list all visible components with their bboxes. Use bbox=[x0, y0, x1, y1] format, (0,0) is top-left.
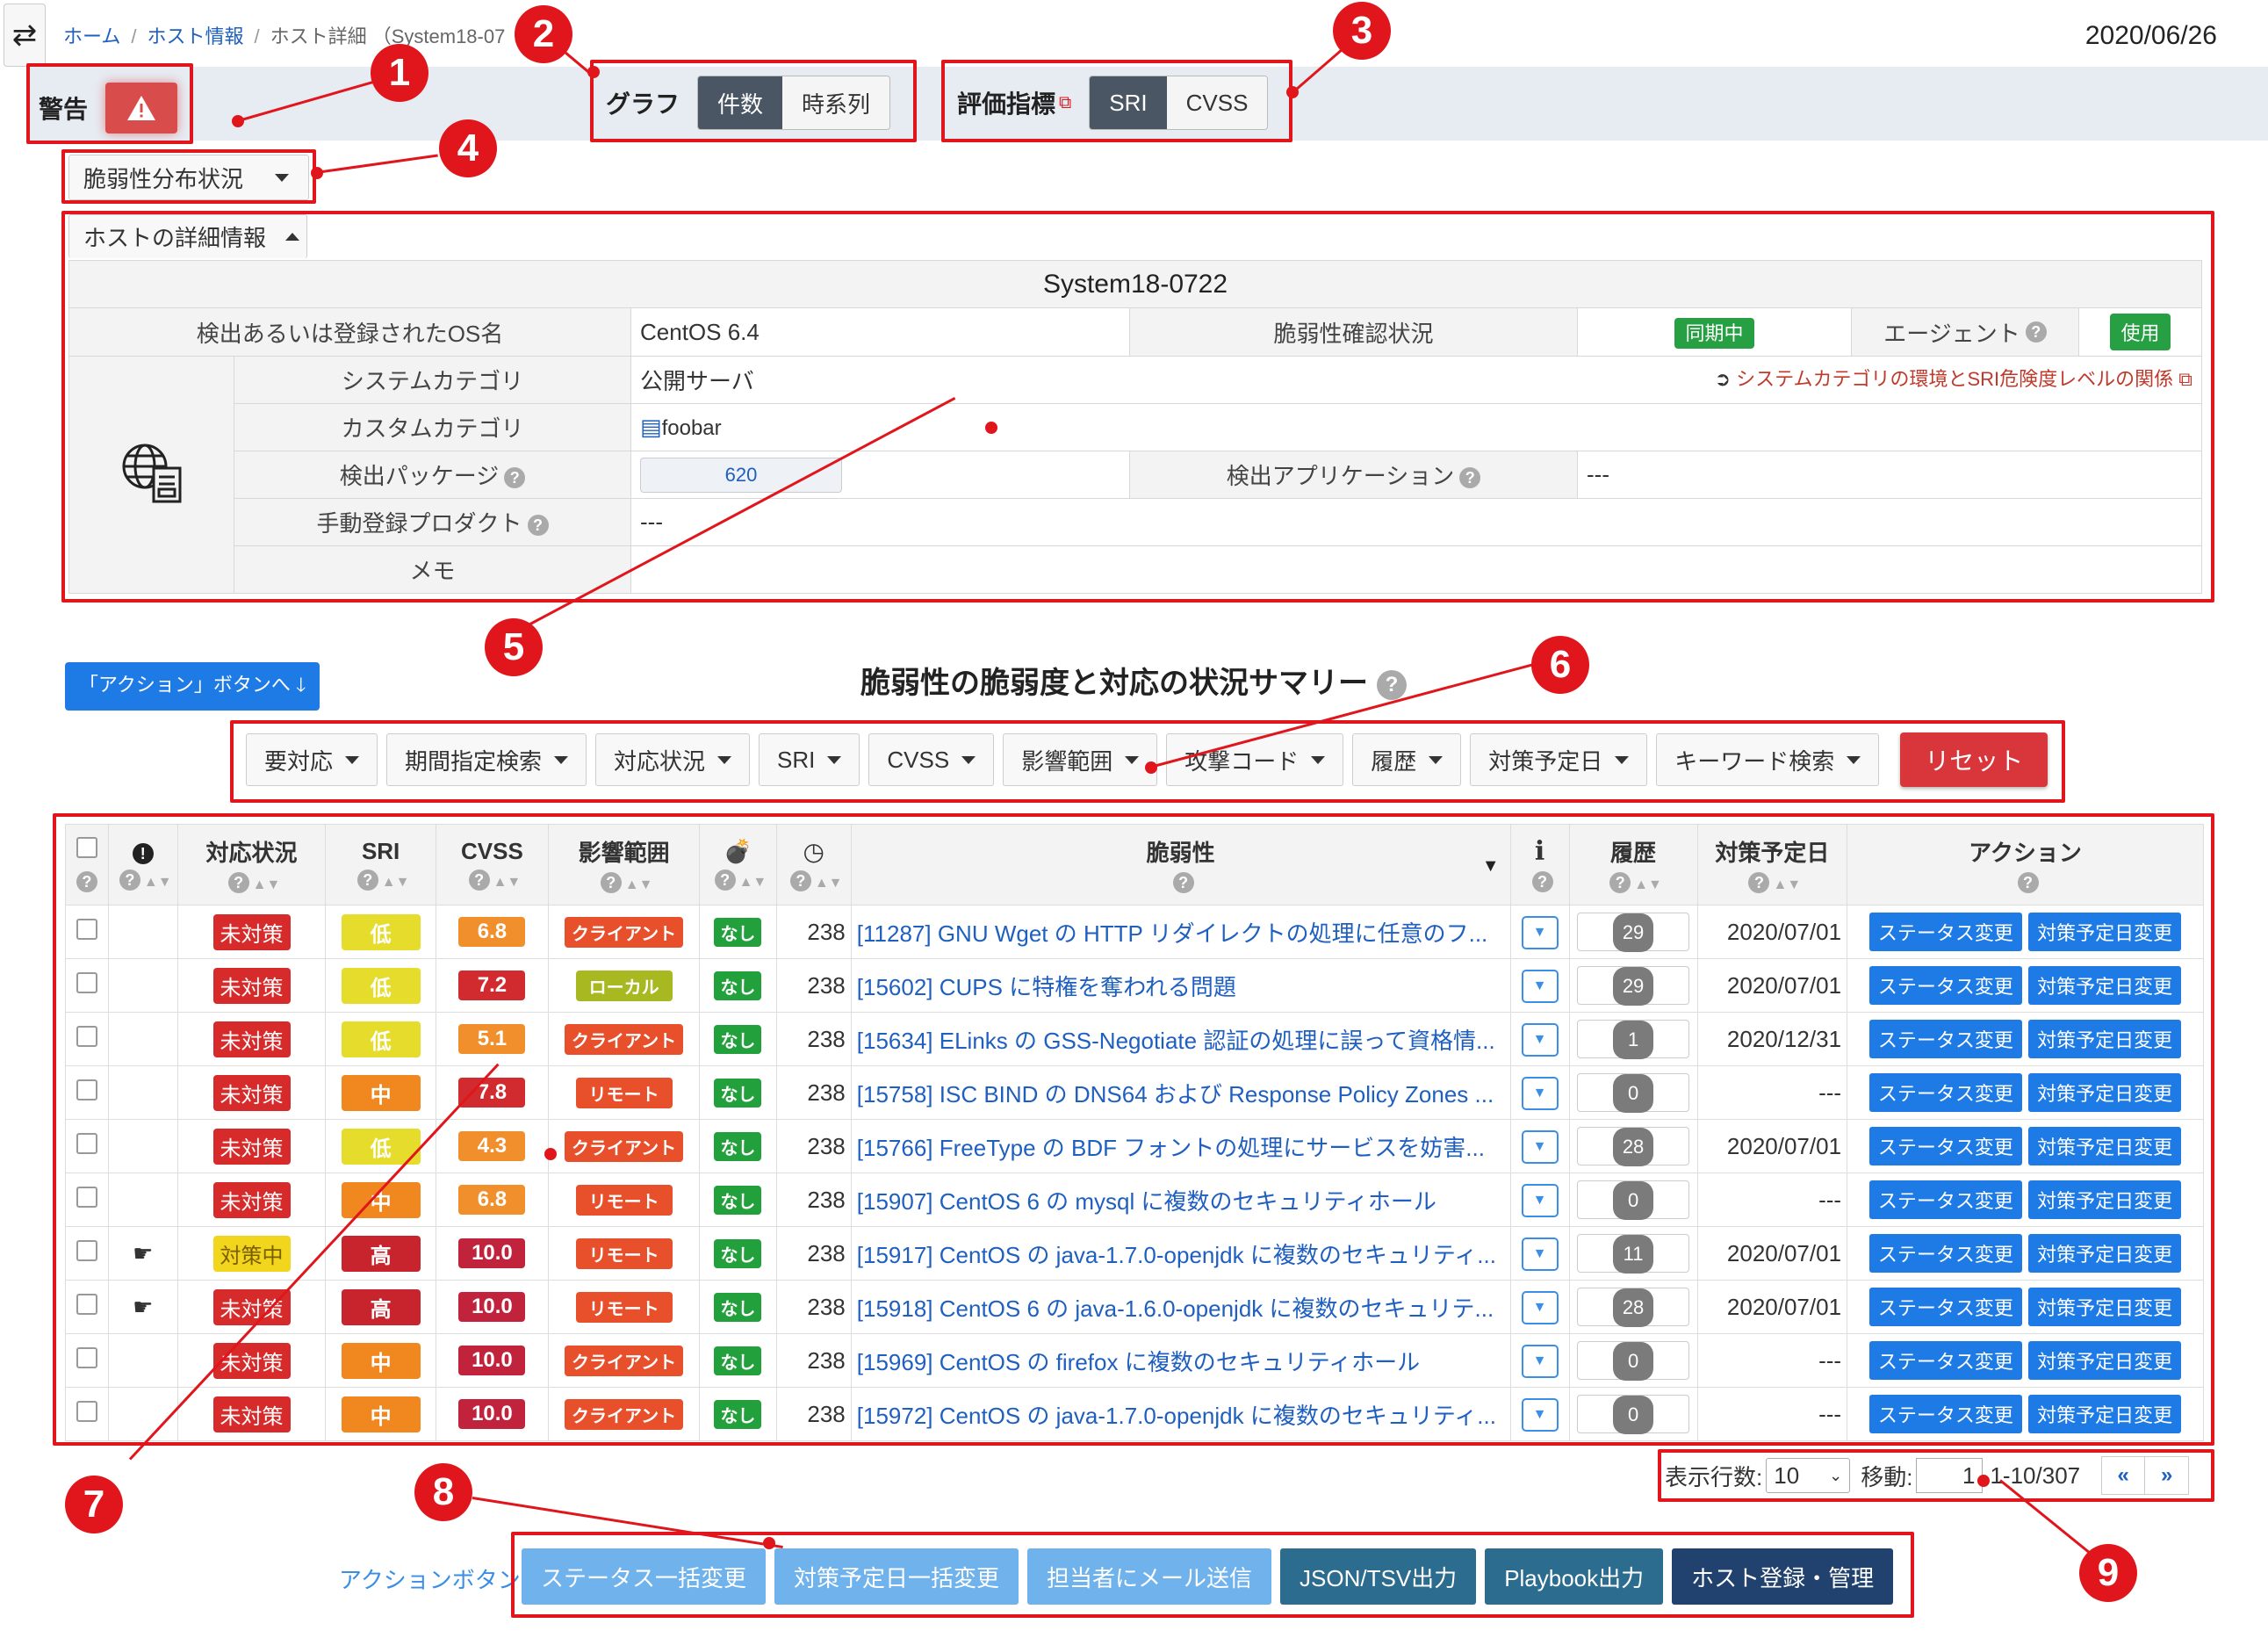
breadcrumb-current: ホスト詳細 （System18-07 bbox=[270, 25, 506, 47]
callout-dot-9 bbox=[1977, 1475, 1990, 1487]
callout-marker-3: 3 bbox=[1333, 2, 1391, 60]
breadcrumb: ホーム / ホスト情報 / ホスト詳細 （System18-07 bbox=[63, 25, 506, 47]
callout-marker-4: 4 bbox=[439, 119, 497, 177]
callout-dot-1 bbox=[232, 115, 244, 127]
callout-dot-2 bbox=[587, 66, 600, 78]
callout-box-1 bbox=[26, 63, 193, 144]
callout-box-5 bbox=[61, 211, 2214, 603]
callout-box-7 bbox=[53, 813, 2214, 1446]
callout-marker-9: 9 bbox=[2079, 1544, 2137, 1602]
callout-box-4 bbox=[61, 149, 316, 204]
summary-title-text: 脆弱性の脆弱度と対応の状況サマリー bbox=[860, 667, 1368, 700]
callout-marker-8: 8 bbox=[414, 1463, 472, 1521]
callout-dot-5 bbox=[985, 422, 997, 434]
callout-box-2 bbox=[590, 60, 917, 142]
breadcrumb-home[interactable]: ホーム bbox=[63, 25, 120, 47]
callout-dot-7 bbox=[544, 1148, 557, 1160]
callout-box-8 bbox=[511, 1532, 1914, 1618]
current-date: 2020/06/26 bbox=[2084, 21, 2217, 50]
callout-marker-2: 2 bbox=[515, 5, 572, 63]
callout-marker-6: 6 bbox=[1531, 636, 1589, 694]
callout-dot-8 bbox=[763, 1537, 775, 1549]
callout-marker-7: 7 bbox=[65, 1476, 123, 1533]
callout-box-9 bbox=[1658, 1449, 2214, 1502]
action-jump-label: 「アクション」ボタンへ bbox=[79, 674, 291, 696]
callout-box-3 bbox=[941, 60, 1292, 142]
bottom-actions-label: アクションボタン bbox=[339, 1567, 521, 1593]
help-icon[interactable]: ? bbox=[1377, 670, 1407, 701]
summary-title: 脆弱性の脆弱度と対応の状況サマリー? bbox=[860, 659, 1407, 702]
action-jump-button[interactable]: 「アクション」ボタンへ 🡓 bbox=[65, 662, 320, 711]
breadcrumb-host-info[interactable]: ホスト情報 bbox=[147, 25, 243, 47]
callout-marker-1: 1 bbox=[371, 44, 428, 102]
callout-marker-5: 5 bbox=[485, 618, 543, 676]
swap-icon[interactable]: ⇄ bbox=[4, 4, 46, 67]
callout-leader-4 bbox=[315, 154, 438, 174]
callout-dot-3 bbox=[1286, 86, 1299, 98]
callout-dot-4 bbox=[311, 167, 323, 179]
arrow-down-icon: 🡓 bbox=[296, 674, 306, 696]
callout-dot-6 bbox=[1145, 761, 1157, 774]
